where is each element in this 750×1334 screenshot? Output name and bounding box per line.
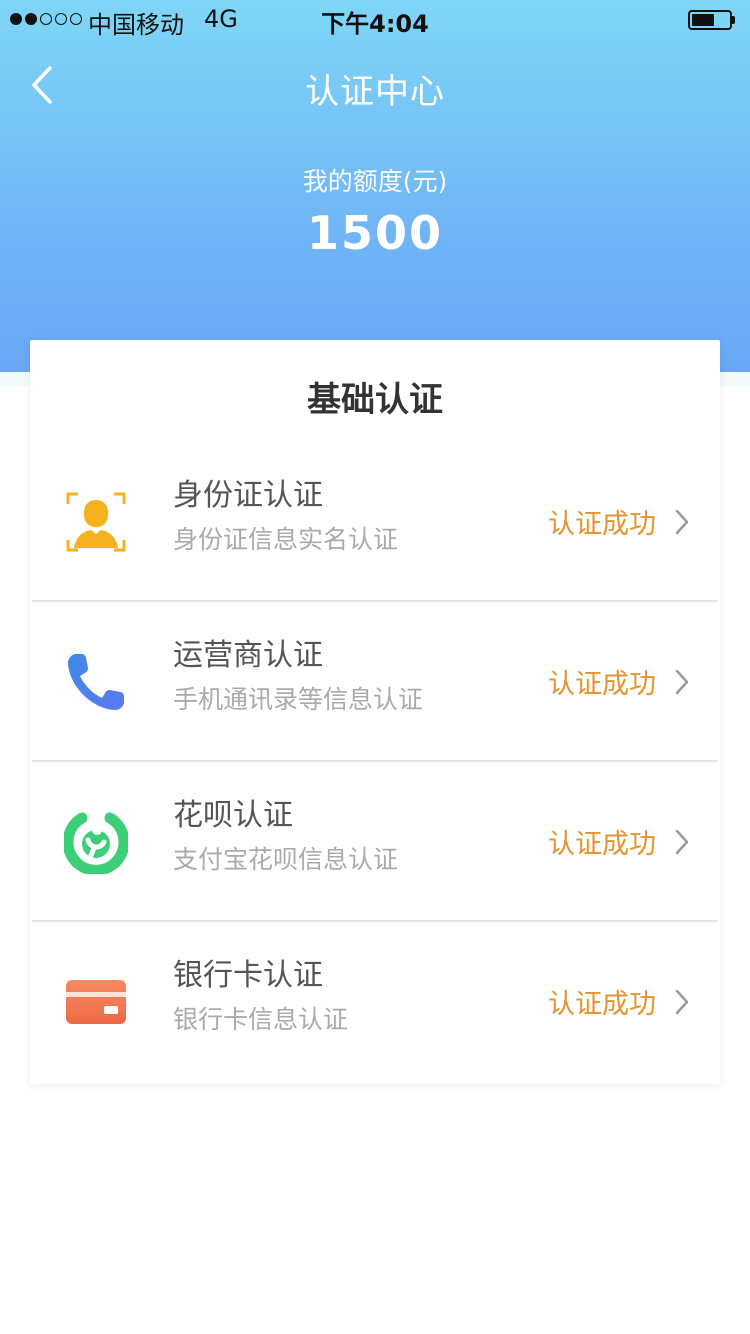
auth-item-title: 银行卡认证 — [173, 958, 323, 993]
huabei-icon — [62, 810, 130, 876]
auth-status-badge: 认证成功 — [548, 989, 656, 1020]
chevron-right-icon — [675, 989, 689, 1015]
phone-icon — [64, 650, 128, 714]
auth-status-badge: 认证成功 — [548, 829, 656, 860]
auth-item-id-card[interactable]: 身份证认证 身份证信息实名认证 认证成功 — [30, 442, 720, 602]
id-card-person-icon — [64, 490, 128, 554]
battery-icon — [688, 10, 732, 30]
card-title: 基础认证 — [307, 380, 443, 420]
auth-status-badge: 认证成功 — [548, 669, 656, 700]
auth-item-huabei[interactable]: 花呗认证 支付宝花呗信息认证 认证成功 — [30, 762, 720, 922]
auth-item-subtitle: 银行卡信息认证 — [173, 1005, 349, 1034]
quota-value: 1500 — [306, 206, 444, 260]
auth-item-title: 身份证认证 — [173, 478, 323, 513]
auth-item-subtitle: 手机通讯录等信息认证 — [173, 685, 424, 714]
chevron-right-icon — [675, 829, 689, 855]
chevron-right-icon — [675, 669, 689, 695]
auth-item-carrier[interactable]: 运营商认证 手机通讯录等信息认证 认证成功 — [30, 602, 720, 762]
auth-status-badge: 认证成功 — [548, 509, 656, 540]
quota-label: 我的额度(元) — [302, 167, 448, 196]
auth-item-bank-card[interactable]: 银行卡认证 银行卡信息认证 认证成功 — [30, 922, 720, 1082]
auth-item-subtitle: 支付宝花呗信息认证 — [173, 845, 399, 874]
auth-item-title: 运营商认证 — [173, 638, 323, 673]
battery-level — [692, 14, 714, 26]
auth-item-title: 花呗认证 — [173, 798, 293, 833]
status-time: 下午4:04 — [321, 10, 429, 38]
bank-card-icon — [64, 970, 128, 1034]
auth-item-subtitle: 身份证信息实名认证 — [173, 525, 399, 554]
basic-auth-card: 基础认证 身份证认证 身份证信息实名认证 认证成功 运营商认证 手机通讯录等信息… — [30, 340, 720, 1084]
chevron-right-icon — [675, 509, 689, 535]
battery-nub — [732, 16, 735, 24]
status-bar: 中国移动 4G 下午4:04 — [0, 0, 750, 40]
page-title: 认证中心 — [305, 72, 445, 112]
auth-center-screen: 中国移动 4G 下午4:04 认证中心 我的额度(元) 1500 基础认证 身份… — [0, 0, 750, 1334]
